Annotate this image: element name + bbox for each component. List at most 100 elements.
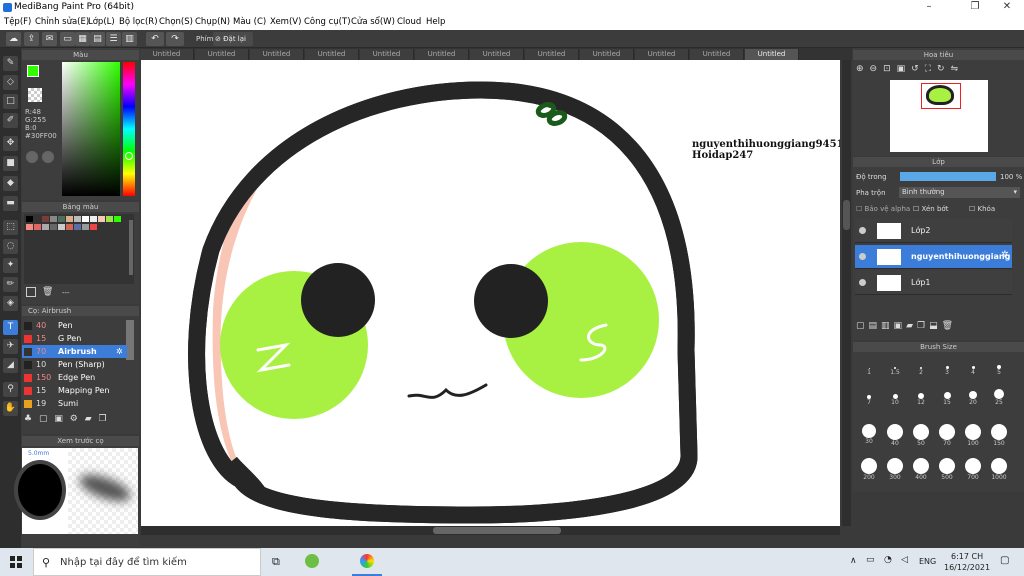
v-scroll-thumb[interactable] xyxy=(843,200,850,230)
brush-size-option[interactable]: 30 xyxy=(856,424,882,445)
brush-item-sumi[interactable]: 19 Sumi xyxy=(22,397,127,410)
close-button[interactable]: ✕ xyxy=(992,1,1022,12)
table-icon[interactable]: ▥ xyxy=(122,32,137,46)
new-layer-icon[interactable]: ▢ xyxy=(856,321,869,331)
brush-new-icon[interactable]: ▢ xyxy=(39,414,48,424)
fit-icon[interactable]: ⊡ xyxy=(883,64,897,74)
drawing-canvas[interactable]: nguyenthihuonggiang94512 Hoidap247 xyxy=(141,60,840,526)
shortcut-label[interactable]: Phím xyxy=(196,35,213,43)
delete-layer-icon[interactable]: 🗑 xyxy=(942,321,957,331)
grid-icon[interactable]: ▦ xyxy=(75,32,90,46)
color-wheel-icon[interactable] xyxy=(42,151,54,163)
palette-swatch[interactable] xyxy=(82,224,89,230)
duplicate-layer-icon[interactable]: ❐ xyxy=(917,321,929,331)
brush-size-option[interactable]: 20 xyxy=(960,386,986,406)
brush-item-pen[interactable]: 40 Pen xyxy=(22,319,127,332)
foreground-color-swatch[interactable] xyxy=(27,65,39,77)
brush-size-option[interactable]: 12 xyxy=(908,386,934,406)
palette-swatch[interactable] xyxy=(74,216,81,222)
brush-size-option[interactable]: 25 xyxy=(986,386,1012,406)
document-tab[interactable]: Untitled xyxy=(250,49,304,60)
protect-alpha-checkbox[interactable]: ☐ Bảo vệ alpha xyxy=(856,205,910,213)
brush-size-option[interactable]: 5 xyxy=(986,356,1012,376)
redo-button[interactable]: ↷ xyxy=(166,32,184,46)
brush-size-option[interactable]: 700 xyxy=(960,458,986,481)
saturation-value-picker[interactable] xyxy=(62,62,120,196)
language-indicator[interactable]: ENG xyxy=(919,557,936,566)
grid2-icon[interactable]: ▤ xyxy=(90,32,105,46)
move-tool-icon[interactable]: ✥ xyxy=(3,136,18,151)
layer-row[interactable]: Lớp2 xyxy=(855,219,1012,243)
flip-icon[interactable]: ⇋ xyxy=(951,64,965,74)
palette-swatch[interactable] xyxy=(74,224,81,230)
transparent-swatch[interactable] xyxy=(28,88,42,102)
windows-start-icon[interactable] xyxy=(10,556,22,568)
list-icon[interactable]: ☰ xyxy=(106,32,121,46)
layer-row-selected[interactable]: nguyenthihuonggiang ✲ xyxy=(855,245,1012,269)
layer-row[interactable]: Lớp1 xyxy=(855,271,1012,295)
select-eraser-icon[interactable]: ◈ xyxy=(3,296,18,311)
menu-cloud[interactable]: Cloud xyxy=(397,17,421,27)
task-view-icon[interactable]: ⧉ xyxy=(272,555,280,569)
chat-icon[interactable]: ✉ xyxy=(42,32,57,46)
document-tab[interactable]: Untitled xyxy=(360,49,414,60)
hue-handle[interactable] xyxy=(125,152,133,160)
rect-tool-icon[interactable]: □ xyxy=(3,94,18,109)
hue-slider[interactable] xyxy=(123,62,135,196)
select-pen-icon[interactable]: ✏ xyxy=(3,277,18,292)
brush-copy-icon[interactable]: ▣ xyxy=(54,414,63,424)
new-halftone-layer-icon[interactable]: ▤ xyxy=(869,321,882,331)
visibility-icon[interactable] xyxy=(859,227,866,234)
brush-item-edge-pen[interactable]: 150 Edge Pen xyxy=(22,371,127,384)
clock[interactable]: 6:17 CH 16/12/2021 xyxy=(944,551,990,573)
eraser-tool-icon[interactable]: ◇ xyxy=(3,75,18,90)
eyedropper-icon[interactable]: ⚲ xyxy=(3,382,18,397)
palette-swatch[interactable] xyxy=(42,224,49,230)
new-palette-icon[interactable] xyxy=(26,287,36,297)
hand-tool-icon[interactable]: ✋ xyxy=(3,401,18,416)
brush-size-option[interactable]: 3 xyxy=(934,356,960,376)
undo-button[interactable]: ↶ xyxy=(146,32,164,46)
brush-size-option[interactable]: 1 xyxy=(856,356,882,376)
zoom-out-icon[interactable]: ⊖ xyxy=(870,64,884,74)
brush-add-icon[interactable]: ♣ xyxy=(24,414,32,424)
brush-size-option[interactable]: 500 xyxy=(934,458,960,481)
lasso-icon[interactable]: ◌ xyxy=(3,239,18,254)
menu-layer[interactable]: Lớp(L) xyxy=(88,17,115,27)
document-tab[interactable]: Untitled xyxy=(690,49,744,60)
document-tab-active[interactable]: Untitled xyxy=(745,49,799,60)
document-tab[interactable]: Untitled xyxy=(305,49,359,60)
menu-edit[interactable]: Chỉnh sửa(E) xyxy=(35,17,89,27)
palette-swatch[interactable] xyxy=(58,216,65,222)
chevron-up-icon[interactable]: ∧ xyxy=(850,556,857,566)
document-tab[interactable]: Untitled xyxy=(580,49,634,60)
menu-help[interactable]: Help xyxy=(426,17,445,27)
fit-window-icon[interactable]: ⛶ xyxy=(925,64,937,74)
rotate-right-icon[interactable]: ↻ xyxy=(937,64,951,74)
brush-size-option[interactable]: 10 xyxy=(882,386,908,406)
gear-icon[interactable]: ✲ xyxy=(1001,250,1009,260)
blend-mode-select[interactable]: Bình thường ▾ xyxy=(899,187,1020,198)
brush-folder-icon[interactable]: ▰ xyxy=(85,414,92,424)
brush-size-option[interactable]: 400 xyxy=(908,458,934,481)
palette-swatch[interactable] xyxy=(58,224,65,230)
horizontal-scrollbar[interactable] xyxy=(141,526,840,535)
brush-size-option[interactable]: 1.5 xyxy=(882,356,908,376)
palette-swatch[interactable] xyxy=(106,216,113,222)
palette-swatch[interactable] xyxy=(114,216,121,222)
rotate-left-icon[interactable]: ↺ xyxy=(911,64,925,74)
brush-settings-icon[interactable]: ⚙ xyxy=(70,414,78,424)
palette-swatch[interactable] xyxy=(66,216,73,222)
share-icon[interactable]: ⇪ xyxy=(24,32,39,46)
brush-size-option[interactable]: 15 xyxy=(934,386,960,406)
brush-size-option[interactable]: 2 xyxy=(908,356,934,376)
lock-checkbox[interactable]: ☐ Khóa xyxy=(969,205,995,213)
brush-duplicate-icon[interactable]: ❐ xyxy=(98,414,106,424)
select-rect-icon[interactable]: ⬚ xyxy=(3,220,18,235)
palette-swatch[interactable] xyxy=(66,224,73,230)
brush-size-option[interactable]: 4 xyxy=(960,356,986,376)
brush-item-g-pen[interactable]: 15 G Pen xyxy=(22,332,127,345)
text-tool-icon[interactable]: T xyxy=(3,320,18,335)
palette-swatch[interactable] xyxy=(42,216,49,222)
merge-down-icon[interactable]: ⬓ xyxy=(929,321,942,331)
